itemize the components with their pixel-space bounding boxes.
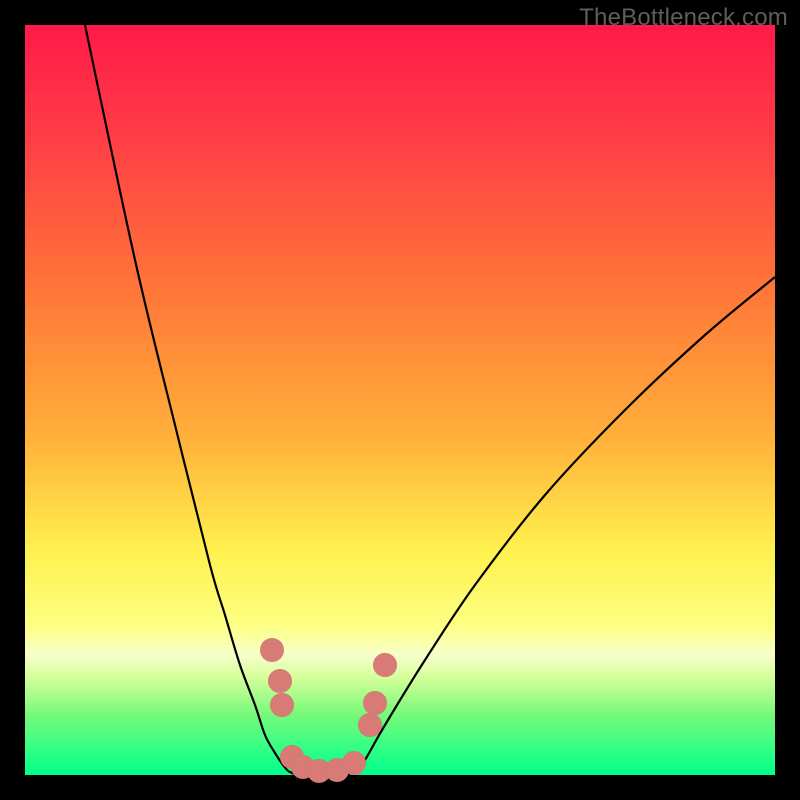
data-marker — [373, 653, 397, 677]
data-marker — [270, 693, 294, 717]
data-marker — [260, 638, 284, 662]
chart-frame: TheBottleneck.com — [0, 0, 800, 800]
data-marker — [363, 691, 387, 715]
curve-group — [85, 25, 775, 775]
data-marker — [358, 713, 382, 737]
chart-svg — [25, 25, 775, 775]
data-marker — [342, 751, 366, 775]
curve-right — [357, 277, 775, 771]
plot-area — [25, 25, 775, 775]
curve-left — [85, 25, 288, 771]
markers-group — [260, 638, 397, 783]
data-marker — [268, 669, 292, 693]
